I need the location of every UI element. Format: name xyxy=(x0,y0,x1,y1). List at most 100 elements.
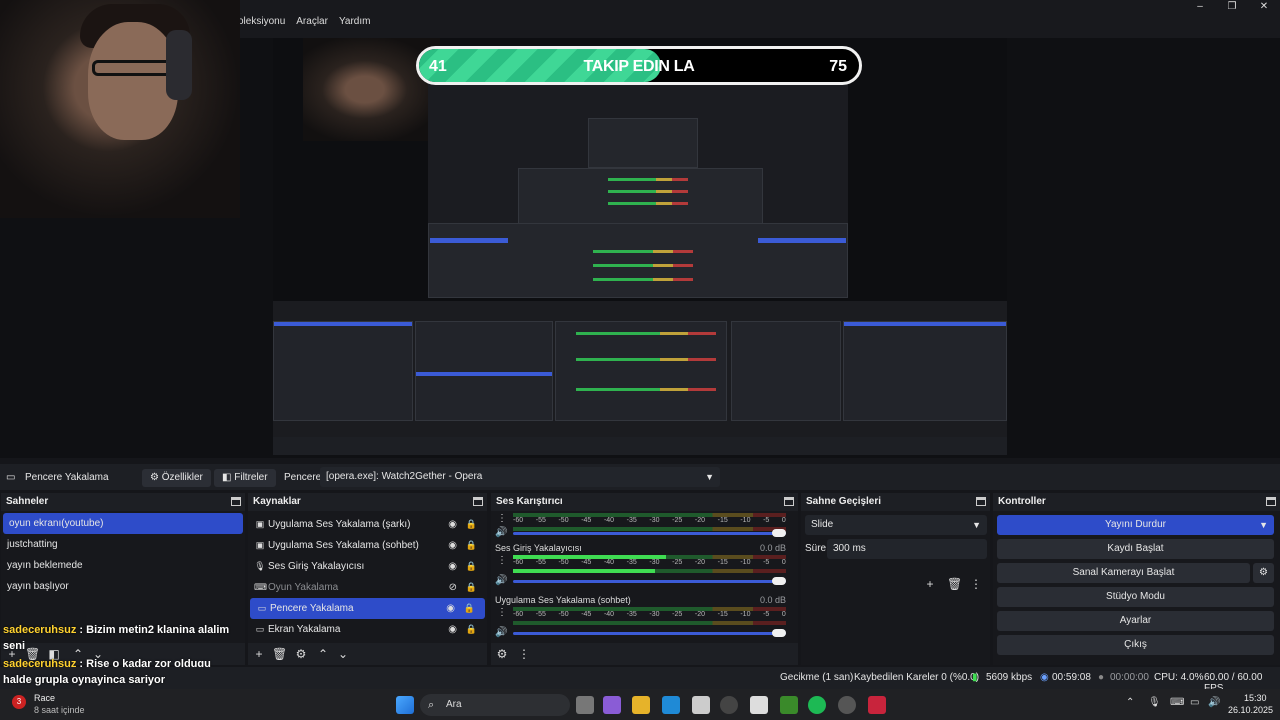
more-options-icon[interactable]: ⋮ xyxy=(969,577,983,591)
meter-tick-label: -10 xyxy=(740,559,751,566)
scene-item[interactable]: oyun ekranı(youtube) xyxy=(3,513,243,534)
more-options-icon[interactable]: ⋮ xyxy=(497,607,507,618)
window-select[interactable]: [opera.exe]: Watch2Gether - Opera ▼ xyxy=(320,467,720,487)
undock-icon[interactable] xyxy=(1266,497,1276,506)
stop-stream-button[interactable]: Yayını Durdur ▼ xyxy=(997,515,1274,535)
scene-canvas[interactable]: 41 TAKIP EDIN LA 75 xyxy=(273,38,1007,455)
stream-icon: ◉ xyxy=(1040,672,1049,683)
advanced-audio-icon[interactable]: ⚙ xyxy=(495,647,509,661)
transition-select[interactable]: Slide ▼ xyxy=(805,515,987,535)
opera-icon[interactable] xyxy=(868,696,886,714)
virtual-camera-settings-button[interactable]: ⚙ xyxy=(1253,563,1274,583)
volume-slider[interactable] xyxy=(513,577,786,585)
undock-icon[interactable] xyxy=(976,497,986,506)
edge-icon[interactable] xyxy=(662,696,680,714)
speaker-icon[interactable]: 🔊 xyxy=(495,627,507,638)
eye-icon[interactable]: ◉ xyxy=(448,556,457,577)
windows-start-icon[interactable] xyxy=(396,696,414,714)
lock-icon[interactable]: 🔒 xyxy=(466,535,477,556)
volume-slider[interactable] xyxy=(513,529,786,537)
minecraft-icon[interactable] xyxy=(780,696,798,714)
eye-icon[interactable]: ◉ xyxy=(448,619,457,640)
chevron-down-icon[interactable]: ▼ xyxy=(1259,515,1268,535)
eye-icon[interactable]: ◉ xyxy=(446,598,455,619)
exit-button[interactable]: Çıkış xyxy=(997,635,1274,655)
more-options-icon[interactable]: ⋮ xyxy=(497,555,507,566)
chrome-icon[interactable] xyxy=(838,696,856,714)
close-button[interactable]: ✕ xyxy=(1248,0,1280,14)
task-view-icon[interactable] xyxy=(576,696,594,714)
menu-item-help[interactable]: Yardım xyxy=(339,16,371,27)
scene-item[interactable]: yayın beklemede xyxy=(1,555,245,576)
undock-icon[interactable] xyxy=(231,497,241,506)
meter-tick-label: -45 xyxy=(581,611,592,618)
search-icon: ⌕ xyxy=(428,699,435,711)
menu-item-tools[interactable]: Araçlar xyxy=(296,16,328,27)
clock-date[interactable]: 26.10.2025 xyxy=(1228,705,1273,715)
trash-icon[interactable]: 🗑 xyxy=(947,577,962,591)
source-item[interactable]: ▭ Pencere Yakalama ◉ 🔒 xyxy=(250,598,485,619)
level-meter xyxy=(513,527,786,531)
studio-mode-button[interactable]: Stüdyo Modu xyxy=(997,587,1274,607)
source-item[interactable]: ⌨Oyun Yakalama ⊘ 🔒 xyxy=(248,577,487,598)
spotify-icon[interactable] xyxy=(808,696,826,714)
undock-icon[interactable] xyxy=(473,497,483,506)
lock-icon[interactable]: 🔒 xyxy=(466,619,477,640)
move-up-icon[interactable]: ⌃ xyxy=(316,647,330,661)
start-record-button[interactable]: Kaydı Başlat xyxy=(997,539,1274,559)
monitor-icon: ▭ xyxy=(255,624,265,634)
maximize-button[interactable]: ❐ xyxy=(1216,0,1248,14)
volume-icon[interactable]: 🔊 xyxy=(1208,697,1220,708)
mixer-title: Ses Karıştırıcı xyxy=(496,496,563,507)
minimize-button[interactable]: – xyxy=(1184,0,1216,14)
properties-button[interactable]: ⚙ Özellikler xyxy=(142,469,211,487)
volume-slider[interactable] xyxy=(513,629,786,637)
speaker-icon[interactable]: 🔊 xyxy=(495,575,507,586)
eye-icon[interactable]: ◉ xyxy=(448,514,457,535)
virtual-camera-button[interactable]: Sanal Kamerayı Başlat xyxy=(997,563,1250,583)
menu-item-scene-collection[interactable]: oleksiyonu xyxy=(238,16,285,27)
lock-icon[interactable]: 🔒 xyxy=(464,598,475,619)
eye-hidden-icon[interactable]: ⊘ xyxy=(449,577,457,598)
gear-icon[interactable]: ⚙ xyxy=(294,647,308,661)
add-source-icon[interactable]: + xyxy=(252,647,266,661)
scene-item[interactable]: justchatting xyxy=(1,534,245,555)
obs-icon[interactable] xyxy=(720,696,738,714)
notification-title[interactable]: Race xyxy=(34,693,55,703)
chevron-up-icon[interactable]: ⌃ xyxy=(1126,697,1134,708)
move-down-icon[interactable]: ⌄ xyxy=(336,647,350,661)
source-item[interactable]: ▣ Uygulama Ses Yakalama (sohbet) ◉ 🔒 xyxy=(248,535,487,556)
source-item[interactable]: ▣ Uygulama Ses Yakalama (şarkı) ◉ 🔒 xyxy=(248,514,487,535)
keyboard-icon[interactable]: ⌨ xyxy=(1170,697,1184,708)
filters-button[interactable]: ◧ Filtreler xyxy=(214,469,276,487)
source-item[interactable]: ▭ Ekran Yakalama ◉ 🔒 xyxy=(248,619,487,640)
eye-icon[interactable]: ◉ xyxy=(448,535,457,556)
scene-item[interactable]: yayın başlıyor xyxy=(1,576,245,597)
store-icon[interactable] xyxy=(692,696,710,714)
microphone-icon[interactable]: 🎙 xyxy=(1148,697,1161,708)
lock-icon[interactable]: 🔒 xyxy=(466,514,477,535)
network-icon[interactable]: ▭ xyxy=(1190,697,1199,708)
add-transition-icon[interactable]: + xyxy=(923,577,937,591)
lock-icon[interactable]: 🔒 xyxy=(466,577,477,598)
more-options-icon[interactable]: ⋮ xyxy=(517,647,531,661)
preview-area[interactable]: 41 TAKIP EDIN LA 75 xyxy=(0,0,1280,458)
app-icon[interactable] xyxy=(750,696,768,714)
app-audio-icon: ▣ xyxy=(255,519,265,529)
speaker-icon[interactable]: 🔊 xyxy=(495,527,507,538)
lock-icon[interactable]: 🔒 xyxy=(466,556,477,577)
meter-tick-label: -10 xyxy=(740,517,751,524)
clock-time[interactable]: 15:30 xyxy=(1244,693,1267,703)
settings-button[interactable]: Ayarlar xyxy=(997,611,1274,631)
meter-tick-label: -40 xyxy=(603,611,615,618)
file-explorer-icon[interactable] xyxy=(632,696,650,714)
more-options-icon[interactable]: ⋮ xyxy=(497,513,507,524)
undock-icon[interactable] xyxy=(784,497,794,506)
copilot-icon[interactable] xyxy=(603,696,621,714)
trash-icon[interactable]: 🗑 xyxy=(272,647,287,661)
duration-spinbox[interactable]: 300 ms xyxy=(827,539,987,559)
meter-tick-label: -25 xyxy=(672,517,683,524)
level-meter xyxy=(513,569,786,573)
taskbar-search[interactable]: ⌕ Ara xyxy=(420,694,570,716)
source-item[interactable]: 🎙 Ses Giriş Yakalayıcısı ◉ 🔒 xyxy=(248,556,487,577)
